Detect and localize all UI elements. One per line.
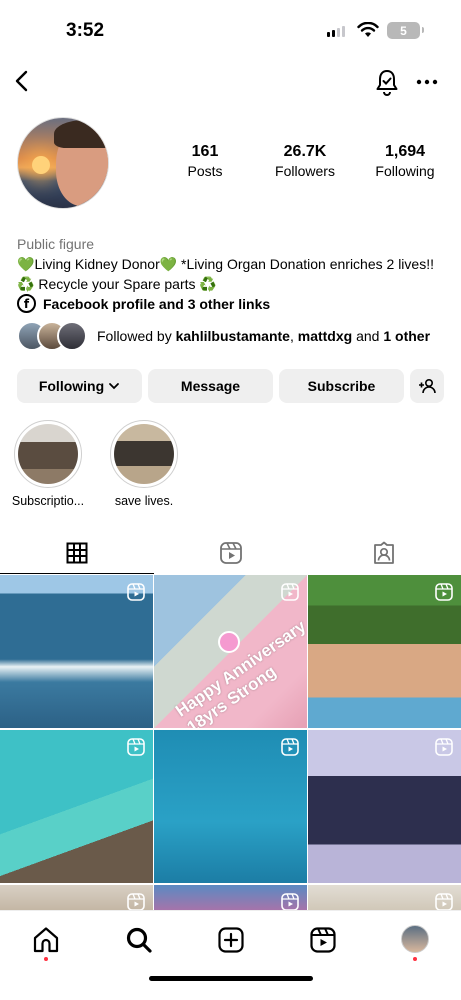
post-overlay-text: Happy Anniversary 18yrs Strong xyxy=(172,616,307,728)
add-person-icon xyxy=(419,378,436,394)
highlight-cover xyxy=(110,420,178,488)
post-thumbnail[interactable] xyxy=(0,730,153,883)
posts-label: Posts xyxy=(187,163,223,179)
status-bar: 3:52 5 xyxy=(0,0,461,60)
profile-tabs xyxy=(0,532,461,574)
reels-icon xyxy=(127,583,145,601)
profile-bio: Public figure 💚Living Kidney Donor💚 *Liv… xyxy=(17,234,447,294)
reels-icon xyxy=(127,893,145,911)
posts-count: 161 xyxy=(191,143,219,160)
post-thumbnail[interactable] xyxy=(308,575,461,728)
profile-links[interactable]: f Facebook profile and 3 other links xyxy=(17,294,270,313)
profile-avatar[interactable] xyxy=(401,925,429,953)
recycle-icon: ♻️ xyxy=(17,276,35,292)
profile-actions: Following Message Subscribe xyxy=(17,369,444,403)
highlight-item[interactable]: save lives. xyxy=(96,420,192,508)
message-button[interactable]: Message xyxy=(148,369,273,403)
grid-icon xyxy=(66,542,88,564)
followed-by[interactable]: Followed by kahlilbustamante, mattdxg an… xyxy=(17,321,430,351)
links-label: Facebook profile and 3 other links xyxy=(43,295,271,312)
post-thumbnail[interactable] xyxy=(154,730,307,883)
reels-icon xyxy=(127,738,145,756)
recycle-icon: ♻️ xyxy=(199,276,217,292)
bio-text-3: Recycle your Spare parts xyxy=(34,276,200,292)
avatar xyxy=(57,321,87,351)
bio-text-2: *Living Organ Donation enriches 2 lives!… xyxy=(177,256,434,272)
battery-icon: 5 xyxy=(387,22,424,39)
add-icon[interactable] xyxy=(216,925,246,955)
reels-icon xyxy=(435,893,453,911)
green-heart-icon: 💚 xyxy=(159,256,178,272)
green-heart-icon: 💚 xyxy=(17,256,35,272)
following-button[interactable]: Following xyxy=(17,369,142,403)
notification-dot xyxy=(44,957,48,961)
posts-grid: Happy Anniversary 18yrs Strong xyxy=(0,575,461,925)
status-time: 3:52 xyxy=(66,20,105,41)
more-horizontal-icon[interactable] xyxy=(414,72,440,92)
add-person-button[interactable] xyxy=(410,369,444,403)
post-thumbnail[interactable] xyxy=(0,575,153,728)
bio-line-2: ♻️ Recycle your Spare parts ♻️ xyxy=(17,274,447,294)
tab-posts-grid[interactable] xyxy=(0,532,154,574)
notification-dot xyxy=(413,957,417,961)
highlight-label: save lives. xyxy=(114,494,174,508)
bio-text-1: Living Kidney Donor xyxy=(34,256,160,272)
followed-prefix: Followed by xyxy=(97,328,176,344)
facebook-icon: f xyxy=(17,294,36,313)
followed-user-link[interactable]: kahlilbustamante xyxy=(176,328,290,344)
bottom-navigation xyxy=(0,910,461,1000)
highlight-label: Subscriptio... xyxy=(11,494,85,508)
cellular-signal-icon xyxy=(327,26,345,37)
profile-category: Public figure xyxy=(17,236,95,252)
tab-reels[interactable] xyxy=(154,532,308,574)
followers-count: 26.7K xyxy=(283,143,327,160)
reels-icon xyxy=(435,583,453,601)
following-count: 1,694 xyxy=(384,143,426,160)
balloon-sticker xyxy=(218,631,240,653)
post-thumbnail[interactable]: Happy Anniversary 18yrs Strong xyxy=(154,575,307,728)
followed-user-link[interactable]: mattdxg xyxy=(298,328,352,344)
reels-icon[interactable] xyxy=(308,925,338,955)
reels-icon xyxy=(435,738,453,756)
message-label: Message xyxy=(180,378,241,394)
following-label: Following xyxy=(375,163,435,179)
mutual-follower-avatars xyxy=(17,321,93,351)
followed-by-text: Followed by kahlilbustamante, mattdxg an… xyxy=(97,328,430,344)
following-label: Following xyxy=(38,378,105,394)
chevron-down-icon xyxy=(109,383,120,390)
profile-avatar[interactable] xyxy=(17,117,109,209)
highlight-cover xyxy=(14,420,82,488)
stat-posts[interactable]: 161 Posts xyxy=(160,142,250,180)
bell-icon[interactable] xyxy=(374,68,400,96)
profile-stats: 161 Posts 26.7K Followers 1,694 Followin… xyxy=(160,142,450,180)
subscribe-label: Subscribe xyxy=(307,378,376,394)
stat-followers[interactable]: 26.7K Followers xyxy=(260,142,350,180)
reels-icon xyxy=(219,542,242,564)
subscribe-button[interactable]: Subscribe xyxy=(279,369,404,403)
bio-line-1: 💚Living Kidney Donor💚 *Living Organ Dona… xyxy=(17,254,447,274)
followed-other-link[interactable]: 1 other xyxy=(383,328,430,344)
followers-label: Followers xyxy=(275,163,335,179)
reels-icon xyxy=(281,893,299,911)
tagged-icon xyxy=(374,541,395,564)
battery-level: 5 xyxy=(400,23,407,38)
story-highlights: Subscriptio... save lives. xyxy=(0,420,192,508)
avatar-hair xyxy=(54,120,108,148)
highlight-item[interactable]: Subscriptio... xyxy=(0,420,96,508)
wifi-icon xyxy=(357,22,379,37)
stat-following[interactable]: 1,694 Following xyxy=(360,142,450,180)
home-icon[interactable] xyxy=(31,925,61,955)
chevron-left-icon[interactable] xyxy=(10,66,34,96)
followed-and: and xyxy=(352,328,384,344)
reels-icon xyxy=(281,738,299,756)
search-icon[interactable] xyxy=(124,925,154,955)
followed-separator: , xyxy=(289,328,298,344)
tab-tagged[interactable] xyxy=(307,532,461,574)
reels-icon xyxy=(281,583,299,601)
avatar-sun xyxy=(32,156,50,174)
home-indicator xyxy=(149,976,313,981)
post-thumbnail[interactable] xyxy=(308,730,461,883)
